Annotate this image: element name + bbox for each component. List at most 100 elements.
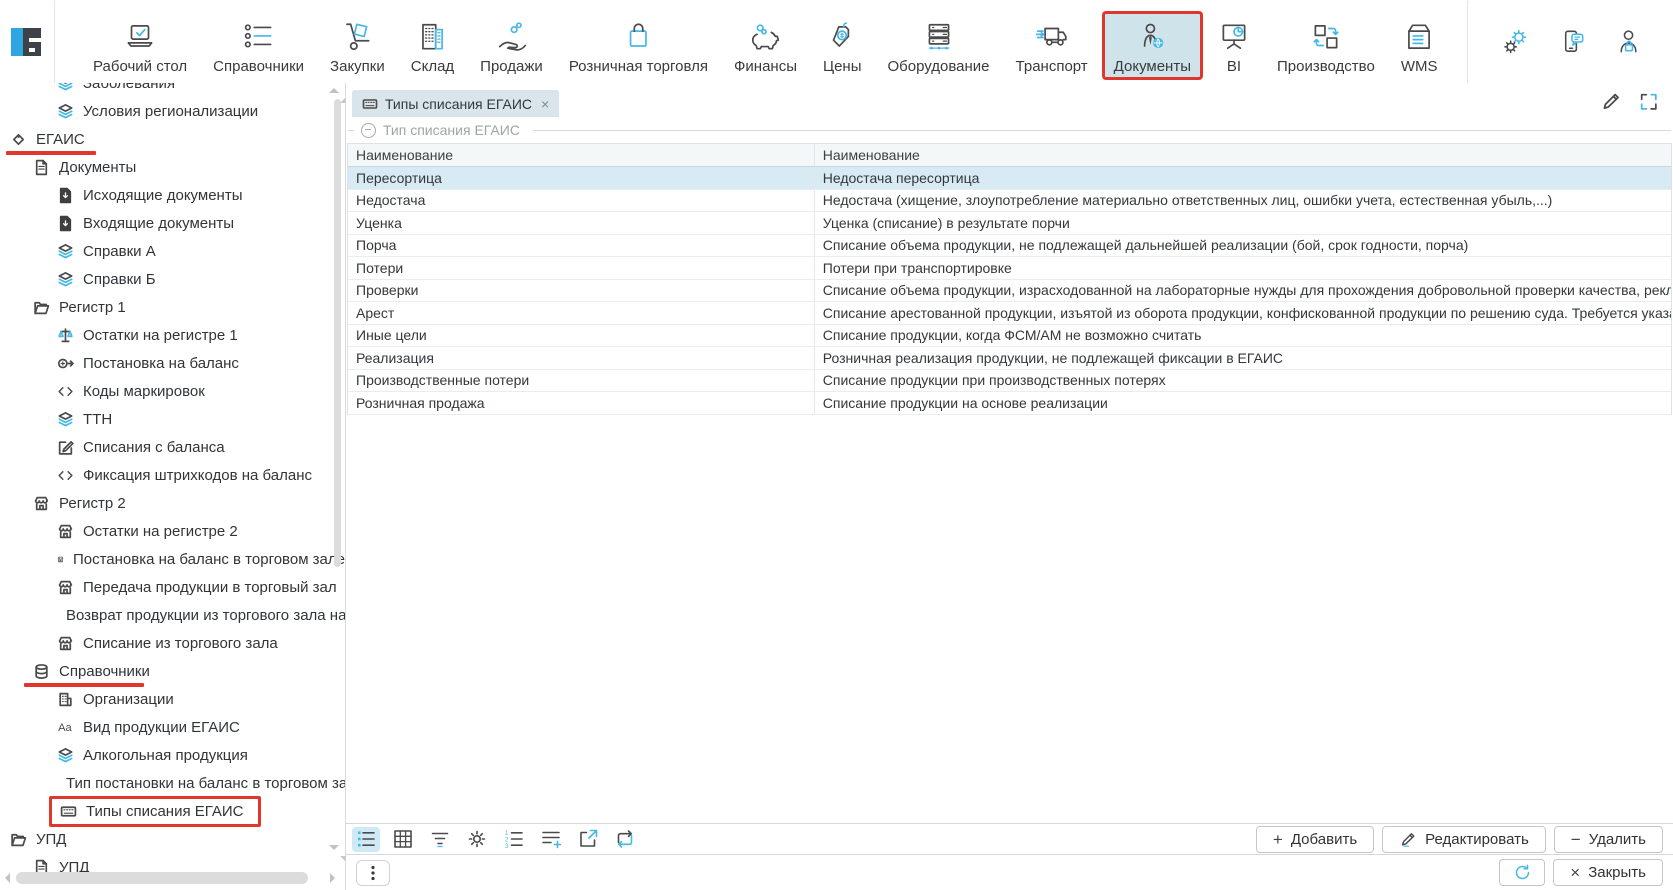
nav-item-desktop[interactable]: Рабочий стол bbox=[81, 11, 199, 80]
scroll-up-icon[interactable] bbox=[329, 83, 339, 93]
sidebar-item[interactable]: Справки А bbox=[0, 237, 345, 265]
sidebar-item-label: УПД bbox=[36, 831, 66, 848]
list-view-button[interactable] bbox=[352, 827, 380, 852]
nav-item-directories[interactable]: Справочники bbox=[201, 11, 316, 80]
table-row[interactable]: ПорчаСписание объема продукции, не подле… bbox=[348, 235, 1671, 258]
sidebar-item[interactable]: Заболевания bbox=[0, 83, 345, 97]
table-row[interactable]: НедостачаНедостача (хищение, злоупотребл… bbox=[348, 190, 1671, 213]
tab-types-spisaniya-egais[interactable]: Типы списания ЕГАИС × bbox=[352, 90, 559, 117]
scroll-down-icon[interactable] bbox=[329, 845, 339, 855]
settings-button[interactable] bbox=[1498, 24, 1533, 59]
add-button[interactable]: + Добавить bbox=[1256, 826, 1374, 853]
nav-item-label: Рабочий стол bbox=[93, 58, 187, 75]
add-list-button[interactable] bbox=[537, 827, 565, 852]
sidebar-item[interactable]: AaВид продукции ЕГАИС bbox=[0, 713, 345, 741]
sidebar-item[interactable]: Тип постановки на баланс в торговом зале bbox=[0, 769, 345, 797]
sidebar-item-label: ТТН bbox=[83, 411, 112, 428]
nav-item-sales[interactable]: Продажи bbox=[468, 11, 555, 80]
sidebar-item[interactable]: Справки Б bbox=[0, 265, 345, 293]
sidebar-item[interactable]: Алкогольная продукция bbox=[0, 741, 345, 769]
sidebar-item[interactable]: Регистр 1 bbox=[0, 293, 345, 321]
table-row[interactable]: Иные целиСписание продукции, когда ФСМ/А… bbox=[348, 325, 1671, 348]
sidebar-item[interactable]: Коды маркировок bbox=[0, 377, 345, 405]
sidebar-item[interactable]: Справочники bbox=[0, 657, 345, 685]
sidebar-item-label: Алкогольная продукция bbox=[83, 747, 248, 764]
nav-item-prices[interactable]: Цены bbox=[811, 11, 874, 80]
column-header-description[interactable]: Наименование bbox=[815, 144, 1671, 166]
collapse-group-icon[interactable] bbox=[361, 123, 376, 138]
reload-data-button[interactable] bbox=[611, 827, 639, 852]
sidebar-item[interactable]: Входящие документы bbox=[0, 209, 345, 237]
app-logo[interactable] bbox=[0, 1, 55, 83]
sidebar-item[interactable]: Исходящие документы bbox=[0, 181, 345, 209]
nav-item-finance[interactable]: Финансы bbox=[722, 11, 809, 80]
numbered-list-button[interactable]: 123 bbox=[500, 827, 528, 852]
sidebar-item[interactable]: Документы bbox=[0, 153, 345, 181]
table-row[interactable]: РеализацияРозничная реализация продукции… bbox=[348, 347, 1671, 370]
table-row[interactable]: ПотериПотери при транспортировке bbox=[348, 257, 1671, 280]
edit-panel-button[interactable] bbox=[1600, 90, 1622, 112]
sidebar-item[interactable]: УПД bbox=[0, 825, 345, 853]
more-actions-button[interactable] bbox=[356, 860, 390, 886]
gear-icon bbox=[465, 827, 489, 851]
sidebar-item[interactable]: Остатки на регистре 2 bbox=[0, 517, 345, 545]
sidebar-item-label: Возврат продукции из торгового зала на с… bbox=[66, 607, 345, 624]
export-button[interactable] bbox=[574, 827, 602, 852]
nav-item-retail[interactable]: Розничная торговля bbox=[557, 11, 720, 80]
delete-button[interactable]: − Удалить bbox=[1554, 826, 1663, 853]
table-settings-button[interactable] bbox=[463, 827, 491, 852]
table-row[interactable]: Розничная продажаСписание продукции на о… bbox=[348, 392, 1671, 415]
sidebar-item[interactable]: Передача продукции в торговый зал bbox=[0, 573, 345, 601]
table-row[interactable]: УценкаУценка (списание) в результате пор… bbox=[348, 212, 1671, 235]
nav-item-label: Закупки bbox=[330, 58, 385, 75]
edit-square-icon bbox=[57, 439, 74, 456]
sidebar-item[interactable]: Постановка на баланс bbox=[0, 349, 345, 377]
sidebar-item[interactable]: Возврат продукции из торгового зала на с… bbox=[0, 601, 345, 629]
edit-button[interactable]: Редактировать bbox=[1382, 826, 1546, 853]
scrollbar-thumb[interactable] bbox=[16, 872, 308, 884]
fullscreen-button[interactable] bbox=[1638, 91, 1659, 112]
table-row[interactable]: ПроверкиСписание объема продукции, израс… bbox=[348, 280, 1671, 303]
sidebar-item[interactable]: Регистр 2 bbox=[0, 489, 345, 517]
refresh-button[interactable] bbox=[1499, 859, 1545, 886]
layers-icon bbox=[57, 411, 74, 428]
nav-item-transport[interactable]: Транспорт bbox=[1004, 11, 1100, 80]
table-row[interactable]: ПересортицаНедостача пересортица bbox=[348, 167, 1671, 190]
filter-button[interactable] bbox=[426, 827, 454, 852]
sidebar-item[interactable]: ЕГАИС bbox=[0, 125, 345, 153]
sidebar-item[interactable]: Списание из торгового зала bbox=[0, 629, 345, 657]
messages-button[interactable] bbox=[1555, 24, 1590, 59]
table-row[interactable]: Производственные потериСписание продукци… bbox=[348, 370, 1671, 393]
column-header-name[interactable]: Наименование bbox=[348, 144, 815, 166]
scroll-right-icon[interactable] bbox=[330, 873, 340, 883]
nav-item-wms[interactable]: WMS bbox=[1389, 11, 1450, 80]
nav-item-bi[interactable]: BI bbox=[1205, 11, 1263, 80]
nav-item-production[interactable]: Производство bbox=[1265, 11, 1387, 80]
search-button[interactable] bbox=[1669, 24, 1673, 59]
scroll-left-icon[interactable] bbox=[0, 873, 10, 883]
nav-item-documents[interactable]: Документы bbox=[1102, 11, 1203, 80]
scrollbar-thumb[interactable] bbox=[334, 99, 341, 567]
sidebar-vertical-scrollbar[interactable] bbox=[334, 89, 341, 851]
cell-description: Недостача пересортица bbox=[815, 167, 1671, 189]
table-row[interactable]: АрестСписание арестованной продукции, из… bbox=[348, 302, 1671, 325]
sidebar-item[interactable]: Списания с баланса bbox=[0, 433, 345, 461]
close-icon: × bbox=[1570, 864, 1580, 881]
code-icon bbox=[57, 467, 74, 484]
sidebar-horizontal-scrollbar[interactable] bbox=[2, 872, 338, 884]
account-button[interactable] bbox=[1612, 24, 1647, 59]
sidebar-item[interactable]: Постановка на баланс в торговом зале bbox=[0, 545, 345, 573]
close-button[interactable]: × Закрыть bbox=[1553, 859, 1663, 886]
sidebar-item-label: ЕГАИС bbox=[36, 131, 85, 148]
sidebar-item[interactable]: Условия регионализации bbox=[0, 97, 345, 125]
nav-item-warehouse[interactable]: Склад bbox=[399, 11, 466, 80]
tab-close-icon[interactable]: × bbox=[541, 96, 549, 112]
sidebar-item[interactable]: ТТН bbox=[0, 405, 345, 433]
sidebar-item[interactable]: Типы списания ЕГАИС bbox=[0, 797, 345, 825]
sidebar-item[interactable]: Фиксация штрихкодов на баланс bbox=[0, 461, 345, 489]
sidebar-item[interactable]: Остатки на регистре 1 bbox=[0, 321, 345, 349]
nav-item-equipment[interactable]: Оборудование bbox=[876, 11, 1002, 80]
grid-view-button[interactable] bbox=[389, 827, 417, 852]
nav-item-purchases[interactable]: Закупки bbox=[318, 11, 397, 80]
sidebar-item[interactable]: Организации bbox=[0, 685, 345, 713]
